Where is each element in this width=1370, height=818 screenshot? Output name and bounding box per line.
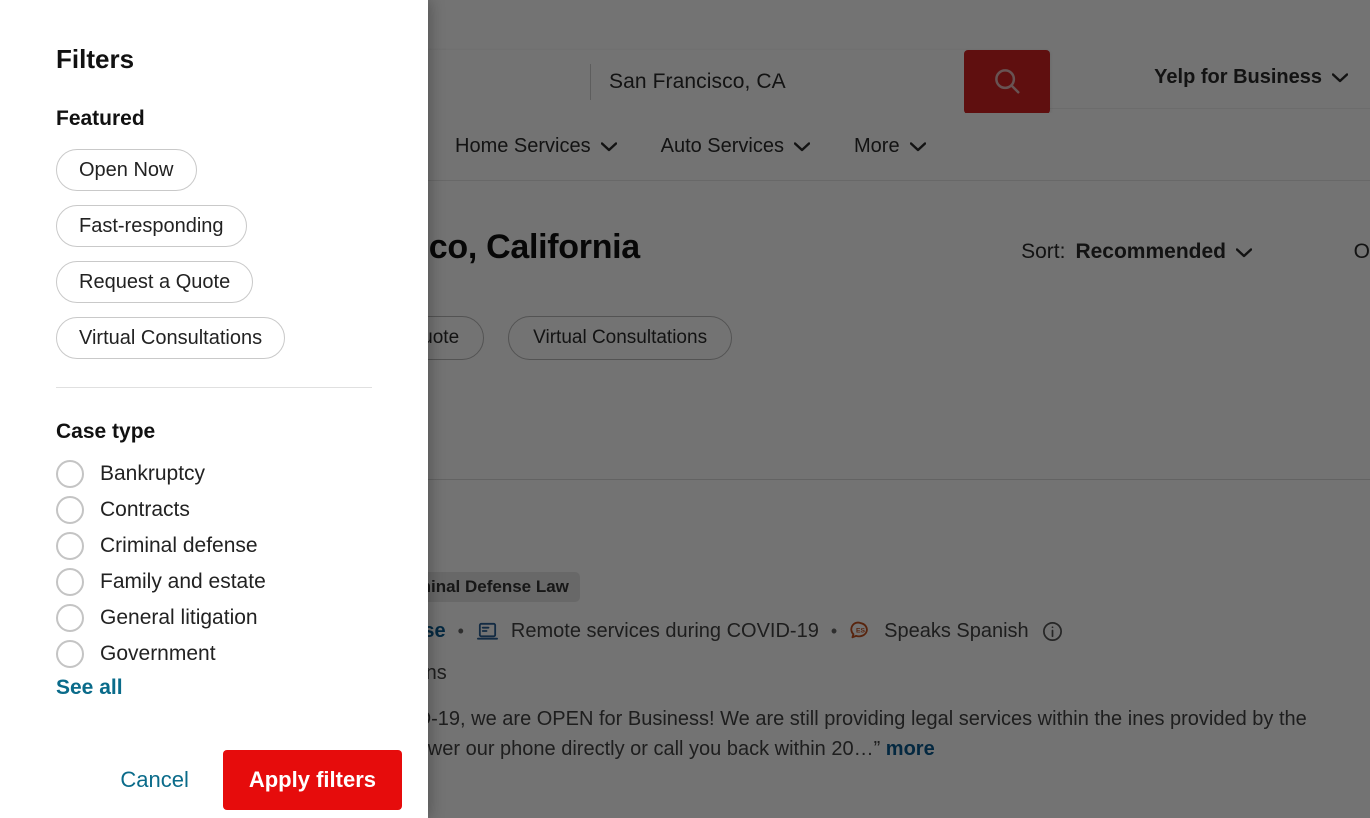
section-divider [56,387,372,388]
filters-title: Filters [56,44,135,74]
featured-pill-virtual-consultations[interactable]: Virtual Consultations [56,317,286,359]
case-type-label: General litigation [100,606,258,629]
filters-footer: Cancel Apply filters [0,742,428,818]
case-type-option-contracts[interactable]: Contracts [56,496,372,524]
radio-icon[interactable] [56,568,84,596]
case-type-option-family-and-estate[interactable]: Family and estate [56,568,372,596]
case-type-option-bankruptcy[interactable]: Bankruptcy [56,460,372,488]
case-type-label: Bankruptcy [100,462,206,485]
radio-icon[interactable] [56,604,84,632]
case-type-heading: Case type [56,420,156,443]
case-type-label: Criminal defense [100,534,258,557]
cancel-button[interactable]: Cancel [110,759,198,801]
radio-icon[interactable] [56,496,84,524]
filters-scroll-area[interactable]: Filters Featured Open Now Fast-respondin… [0,0,428,742]
filters-modal: Filters Featured Open Now Fast-respondin… [0,0,428,818]
featured-pill-open-now[interactable]: Open Now [56,149,197,191]
featured-pill-fast-responding[interactable]: Fast-responding [56,205,247,247]
case-type-label: Family and estate [100,570,266,593]
featured-heading: Featured [56,107,145,130]
case-type-options: Bankruptcy Contracts Criminal defense Fa… [56,460,372,668]
featured-pill-list: Open Now Fast-responding Request a Quote… [56,149,372,359]
case-type-label: Contracts [100,498,190,521]
featured-pill-request-a-quote[interactable]: Request a Quote [56,261,254,303]
radio-icon[interactable] [56,460,84,488]
see-all-link[interactable]: See all [56,676,372,700]
radio-icon[interactable] [56,640,84,668]
radio-icon[interactable] [56,532,84,560]
case-type-option-government[interactable]: Government [56,640,372,668]
case-type-option-general-litigation[interactable]: General litigation [56,604,372,632]
case-type-option-criminal-defense[interactable]: Criminal defense [56,532,372,560]
case-type-label: Government [100,642,216,665]
apply-filters-button[interactable]: Apply filters [222,750,402,810]
